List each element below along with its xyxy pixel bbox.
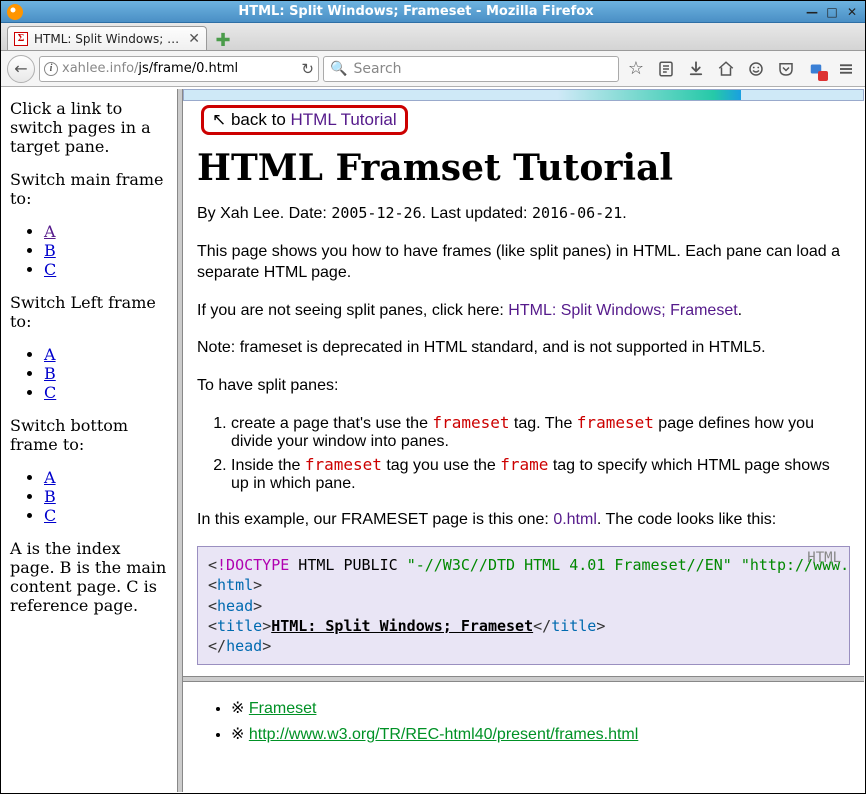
url-bar[interactable]: i xahlee.info/js/frame/0.html ↻ <box>39 56 319 82</box>
tab-label: HTML: Split Windows; F… <box>34 32 182 46</box>
frameset-fallback-link[interactable]: HTML: Split Windows; Frameset <box>508 302 737 319</box>
tab-close-button[interactable]: ✕ <box>188 31 200 47</box>
window-title: HTML: Split Windows; Frameset - Mozilla … <box>29 4 803 19</box>
step-2: Inside the frameset tag you use the fram… <box>231 455 850 493</box>
site-info-icon[interactable]: i <box>44 62 58 76</box>
back-link-anchor[interactable]: HTML Tutorial <box>291 110 397 129</box>
nav-toolbar: ← i xahlee.info/js/frame/0.html ↻ 🔍 Sear… <box>1 51 865 87</box>
left-section2-label: Switch Left frame to: <box>10 293 169 331</box>
steps-list: create a page that's use the frameset ta… <box>197 413 850 493</box>
search-box[interactable]: 🔍 Search <box>323 56 619 82</box>
tab-active[interactable]: Σ HTML: Split Windows; F… ✕ <box>7 26 207 50</box>
step-1: create a page that's use the frameset ta… <box>231 413 850 451</box>
new-tab-button[interactable]: ✚ <box>211 30 235 50</box>
tab-strip: Σ HTML: Split Windows; F… ✕ ✚ <box>1 23 865 51</box>
main-frame[interactable]: ↖ back to HTML Tutorial HTML Framset Tut… <box>183 89 864 676</box>
left-link-bottom-b[interactable]: B <box>44 487 56 506</box>
left-list-2: A B C <box>10 345 169 402</box>
left-link-left-b[interactable]: B <box>44 364 56 383</box>
pocket-icon[interactable] <box>773 56 799 82</box>
url-path: js/frame/0.html <box>138 61 238 76</box>
addon-icon[interactable] <box>803 56 829 82</box>
smile-icon[interactable] <box>743 56 769 82</box>
url-host: xahlee.info/ <box>62 61 138 76</box>
bottom-link-w3c[interactable]: http://www.w3.org/TR/REC-html40/present/… <box>249 726 638 743</box>
left-section1-label: Switch main frame to: <box>10 170 169 208</box>
tab-favicon-icon: Σ <box>14 32 28 46</box>
left-link-main-b[interactable]: B <box>44 241 56 260</box>
back-to-tutorial-link[interactable]: ↖ back to HTML Tutorial <box>201 105 408 135</box>
search-placeholder: Search <box>353 61 401 77</box>
byline: By Xah Lee. Date: 2005-12-26. Last updat… <box>197 203 850 225</box>
paragraph-link-fallback: If you are not seeing split panes, click… <box>197 300 850 322</box>
example-file-link[interactable]: 0.html <box>553 511 597 528</box>
search-icon: 🔍 <box>330 61 347 77</box>
left-link-main-c[interactable]: C <box>44 260 56 279</box>
menu-icon[interactable] <box>833 56 859 82</box>
reload-button[interactable]: ↻ <box>301 60 314 78</box>
minimize-button[interactable]: — <box>803 4 821 20</box>
left-list-1: A B C <box>10 222 169 279</box>
bottom-link-frameset[interactable]: Frameset <box>249 700 317 717</box>
left-link-left-c[interactable]: C <box>44 383 56 402</box>
close-window-button[interactable]: ✕ <box>843 4 861 20</box>
left-intro: Click a link to switch pages in a target… <box>10 99 169 156</box>
left-link-main-a[interactable]: A <box>44 222 56 241</box>
downloads-icon[interactable] <box>683 56 709 82</box>
firefox-window: HTML: Split Windows; Frameset - Mozilla … <box>0 0 866 794</box>
ad-banner-fragment <box>183 89 864 101</box>
date-updated: 2016-06-21 <box>532 204 622 222</box>
page-heading: HTML Framset Tutorial <box>197 147 850 189</box>
page-content: Click a link to switch pages in a target… <box>2 89 864 792</box>
paragraph-intro: This page shows you how to have frames (… <box>197 241 850 284</box>
paragraph-example: In this example, our FRAMESET page is th… <box>197 509 850 531</box>
reader-view-icon[interactable] <box>653 56 679 82</box>
left-section3-label: Switch bottom frame to: <box>10 416 169 454</box>
bottom-list: ※ Frameset ※ http://www.w3.org/TR/REC-ht… <box>197 698 850 744</box>
bottom-item-1: ※ Frameset <box>231 698 850 718</box>
maximize-button[interactable]: □ <box>823 4 841 20</box>
bottom-frame[interactable]: ※ Frameset ※ http://www.w3.org/TR/REC-ht… <box>183 682 864 792</box>
left-link-left-a[interactable]: A <box>44 345 56 364</box>
left-list-3: A B C <box>10 468 169 525</box>
home-icon[interactable] <box>713 56 739 82</box>
back-button[interactable]: ← <box>7 55 35 83</box>
left-link-bottom-c[interactable]: C <box>44 506 56 525</box>
bottom-item-2: ※ http://www.w3.org/TR/REC-html40/presen… <box>231 724 850 744</box>
code-lang-label: HTML <box>807 549 841 568</box>
bookmark-star-icon[interactable]: ☆ <box>623 56 649 82</box>
paragraph-note: Note: frameset is deprecated in HTML sta… <box>197 337 850 359</box>
left-link-bottom-a[interactable]: A <box>44 468 56 487</box>
left-frame[interactable]: Click a link to switch pages in a target… <box>2 89 177 792</box>
window-titlebar: HTML: Split Windows; Frameset - Mozilla … <box>1 1 865 23</box>
firefox-logo-icon <box>7 4 23 20</box>
date-created: 2005-12-26 <box>331 204 421 222</box>
left-footer: A is the index page. B is the main conte… <box>10 539 169 615</box>
code-block: HTML<!DOCTYPE HTML PUBLIC "-//W3C//DTD H… <box>197 546 850 665</box>
paragraph-howto: To have split panes: <box>197 375 850 397</box>
